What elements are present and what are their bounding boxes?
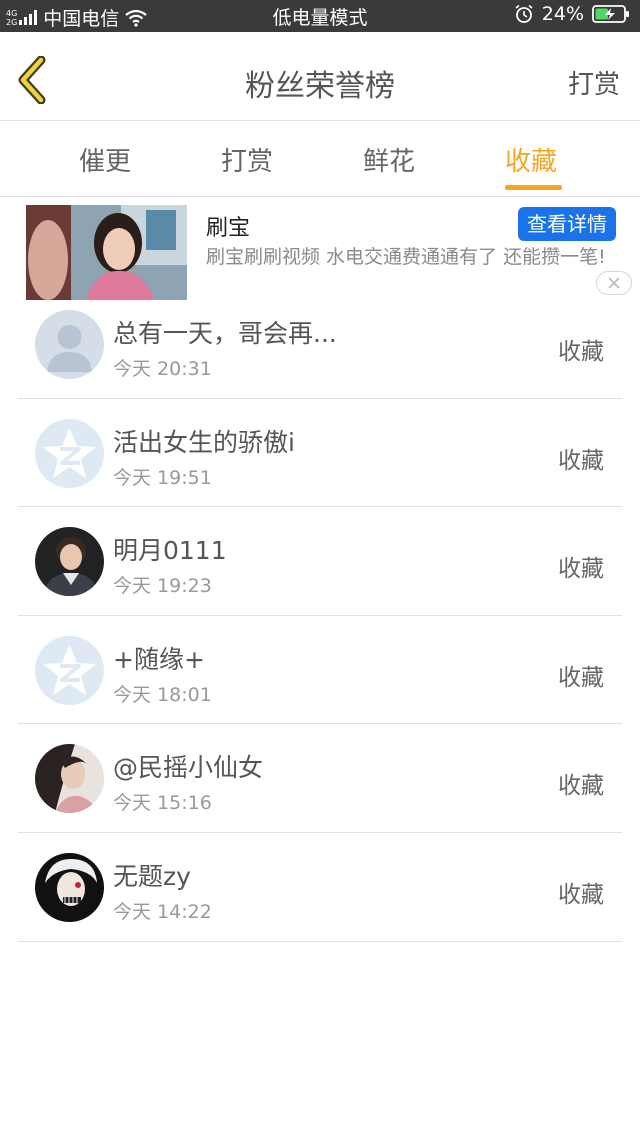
list-item[interactable]: 无题zy 今天 14:22 收藏 [18,833,622,942]
action-time: 今天 19:51 [113,466,212,489]
default-user-avatar-icon [35,310,104,379]
list-item[interactable]: +随缘+ 今天 18:01 收藏 [18,616,622,725]
ad-image[interactable] [26,205,187,300]
tab-collect[interactable]: 收藏 [505,141,557,178]
fan-list: 总有一天，哥会再... 今天 20:31 收藏 活出女生的骄傲i 今天 19:5… [18,290,622,942]
tab-flowers[interactable]: 鲜花 [363,141,415,178]
list-item[interactable]: 总有一天，哥会再... 今天 20:31 收藏 [18,290,622,399]
tab-urge-update[interactable]: 催更 [79,141,131,178]
collect-label: 收藏 [558,447,604,474]
user-name: 明月0111 [113,536,227,566]
collect-label: 收藏 [558,339,604,365]
collect-label: 收藏 [558,556,604,583]
qzone-star-avatar-icon [35,418,104,488]
active-tab-indicator [505,185,562,190]
photo-avatar [35,527,104,597]
action-time: 今天 20:31 [113,358,212,380]
list-item[interactable]: 活出女生的骄傲i 今天 19:51 收藏 [18,399,622,508]
photo-avatar [35,744,104,814]
battery-icon [592,5,629,23]
ad-description: 刷宝刷刷视频 水电交通费通通有了 还能攒一笔! [206,246,606,268]
view-details-button[interactable]: 查看详情 [518,207,616,241]
action-time: 今天 19:23 [113,575,212,598]
qzone-star-avatar-icon [35,635,104,705]
collect-label: 收藏 [558,773,604,800]
user-name: 无题zy [113,861,191,891]
collect-label: 收藏 [558,881,604,908]
action-time: 今天 14:22 [113,900,212,923]
user-name: +随缘+ [113,644,205,674]
action-time: 今天 15:16 [113,792,212,815]
list-item[interactable]: 明月0111 今天 19:23 收藏 [18,507,622,616]
status-bar: 4G 2G 中国电信 低电量模式 24% [0,0,640,32]
list-item[interactable]: @民摇小仙女 今天 15:16 收藏 [18,724,622,833]
tab-reward[interactable]: 打赏 [221,141,273,178]
alarm-icon [515,4,533,23]
user-name: 总有一天，哥会再... [113,319,337,348]
collect-label: 收藏 [558,664,604,691]
reward-button[interactable]: 打赏 [568,64,620,101]
ad-banner[interactable]: 刷宝 查看详情 刷宝刷刷视频 水电交通费通通有了 还能攒一笔! [0,198,640,302]
ad-title: 刷宝 [206,216,251,241]
nav-bar: 粉丝荣誉榜 打赏 [0,32,640,121]
user-name: @民摇小仙女 [113,753,264,783]
page-title: 粉丝荣誉榜 [245,69,395,104]
action-time: 今天 18:01 [113,683,212,706]
status-right: 24% [514,3,630,25]
user-name: 活出女生的骄傲i [113,427,295,457]
battery-percent: 24% [541,3,584,25]
photo-avatar [35,852,104,922]
